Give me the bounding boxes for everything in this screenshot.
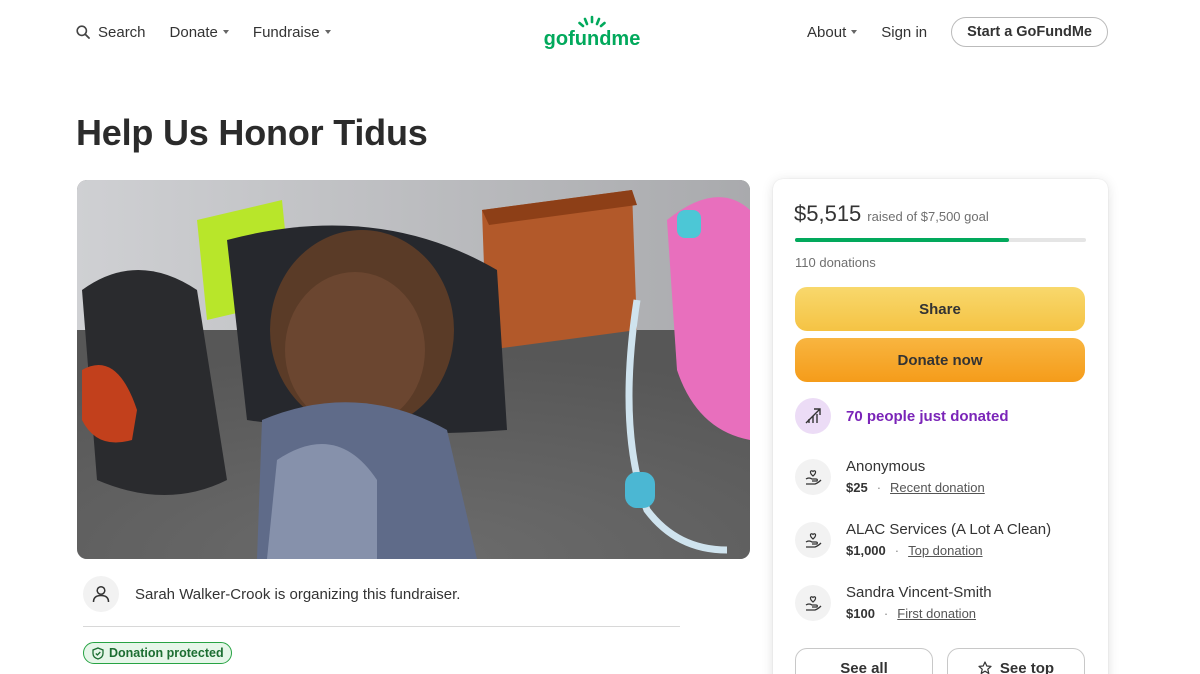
- see-top-button[interactable]: See top: [947, 648, 1085, 674]
- fundraise-menu-label: Fundraise: [252, 23, 320, 41]
- donation-protected-label: Donation protected: [109, 646, 224, 660]
- progress-bar: [795, 238, 1086, 242]
- share-button[interactable]: Share: [795, 287, 1085, 331]
- donor-meta: $100 · First donation: [846, 606, 992, 621]
- donor-item: Sandra Vincent-Smith $100 · First donati…: [795, 584, 992, 621]
- donation-panel: $5,515 raised of $7,500 goal 110 donatio…: [773, 179, 1108, 674]
- nav-left: Search Donate Fundraise: [76, 20, 355, 44]
- nav-right: About Sign in Start a GoFundMe: [807, 17, 1108, 47]
- recent-donors-trend: 70 people just donated: [795, 398, 1009, 434]
- signin-link[interactable]: Sign in: [881, 24, 927, 41]
- top-navigation: Search Donate Fundraise gofundme About S…: [0, 0, 1200, 66]
- donor-name: Sandra Vincent-Smith: [846, 584, 992, 601]
- search-label: Search: [98, 23, 146, 41]
- chevron-down-icon: [222, 30, 229, 34]
- donations-count: 110 donations: [795, 255, 876, 270]
- logo-text: gofundme: [544, 28, 641, 50]
- search-link[interactable]: Search: [76, 24, 146, 41]
- search-icon: [76, 25, 90, 39]
- donor-item: ALAC Services (A Lot A Clean) $1,000 · T…: [795, 521, 1051, 558]
- donor-amount: $1,000: [846, 543, 886, 558]
- goal-text: raised of $7,500 goal: [867, 209, 989, 224]
- star-icon: [978, 661, 992, 674]
- donor-meta: $1,000 · Top donation: [846, 543, 1051, 558]
- organizer-row: Sarah Walker-Crook is organizing this fu…: [83, 576, 460, 612]
- donation-hand-icon: [795, 521, 831, 558]
- raised-summary: $5,515 raised of $7,500 goal: [794, 201, 989, 227]
- user-icon: [83, 576, 119, 612]
- donation-protected-badge[interactable]: Donation protected: [83, 642, 232, 664]
- donor-amount: $25: [846, 480, 868, 495]
- divider: [83, 626, 680, 627]
- campaign-title: Help Us Honor Tidus: [76, 112, 428, 153]
- separator-dot: ·: [894, 543, 900, 558]
- start-gofundme-button[interactable]: Start a GoFundMe: [951, 17, 1108, 47]
- donate-now-button[interactable]: Donate now: [795, 338, 1085, 382]
- trending-up-icon: [795, 398, 831, 434]
- donor-tag-link[interactable]: Recent donation: [890, 480, 985, 495]
- signin-label: Sign in: [881, 23, 928, 41]
- donor-name: ALAC Services (A Lot A Clean): [846, 521, 1052, 538]
- donate-menu[interactable]: Donate: [170, 24, 229, 41]
- chevron-down-icon: [851, 30, 858, 34]
- donor-tag-link[interactable]: Top donation: [908, 543, 982, 558]
- donate-menu-label: Donate: [169, 23, 218, 41]
- donor-item: Anonymous $25 · Recent donation: [795, 458, 985, 495]
- donation-hand-icon: [795, 584, 831, 621]
- fundraise-menu[interactable]: Fundraise: [253, 24, 331, 41]
- donor-details: Anonymous $25 · Recent donation: [846, 458, 985, 495]
- see-top-label: See top: [999, 659, 1055, 674]
- trend-text: 70 people just donated: [846, 407, 1009, 425]
- chevron-down-icon: [324, 30, 331, 34]
- donor-tag-link[interactable]: First donation: [897, 606, 976, 621]
- donor-meta: $25 · Recent donation: [846, 480, 985, 495]
- progress-fill: [795, 238, 1009, 242]
- separator-dot: ·: [883, 606, 889, 621]
- shield-icon: [92, 646, 104, 660]
- separator-dot: ·: [876, 480, 882, 495]
- see-all-button[interactable]: See all: [795, 648, 933, 674]
- raised-amount: $5,515: [794, 201, 862, 226]
- donation-hand-icon: [795, 458, 831, 495]
- campaign-photo: [77, 180, 750, 559]
- organizer-text: Sarah Walker-Crook is organizing this fu…: [135, 585, 461, 603]
- gofundme-logo[interactable]: gofundme: [540, 14, 644, 50]
- donor-name: Anonymous: [846, 458, 926, 475]
- donor-details: Sandra Vincent-Smith $100 · First donati…: [846, 584, 992, 621]
- donor-details: ALAC Services (A Lot A Clean) $1,000 · T…: [846, 521, 1051, 558]
- about-menu-label: About: [807, 23, 847, 41]
- donor-amount: $100: [846, 606, 875, 621]
- about-menu[interactable]: About: [807, 23, 858, 41]
